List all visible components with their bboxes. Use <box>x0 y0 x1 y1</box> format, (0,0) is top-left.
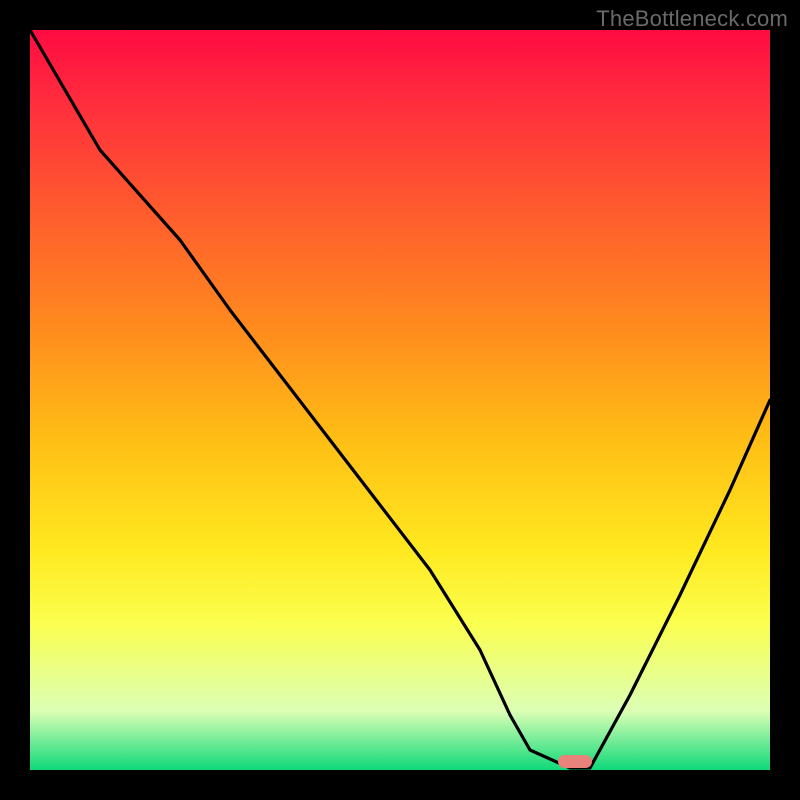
chart-frame: TheBottleneck.com <box>0 0 800 800</box>
highlight-marker <box>558 755 592 768</box>
bottleneck-curve <box>30 30 770 770</box>
watermark-text: TheBottleneck.com <box>596 6 788 32</box>
plot-area <box>30 30 770 770</box>
